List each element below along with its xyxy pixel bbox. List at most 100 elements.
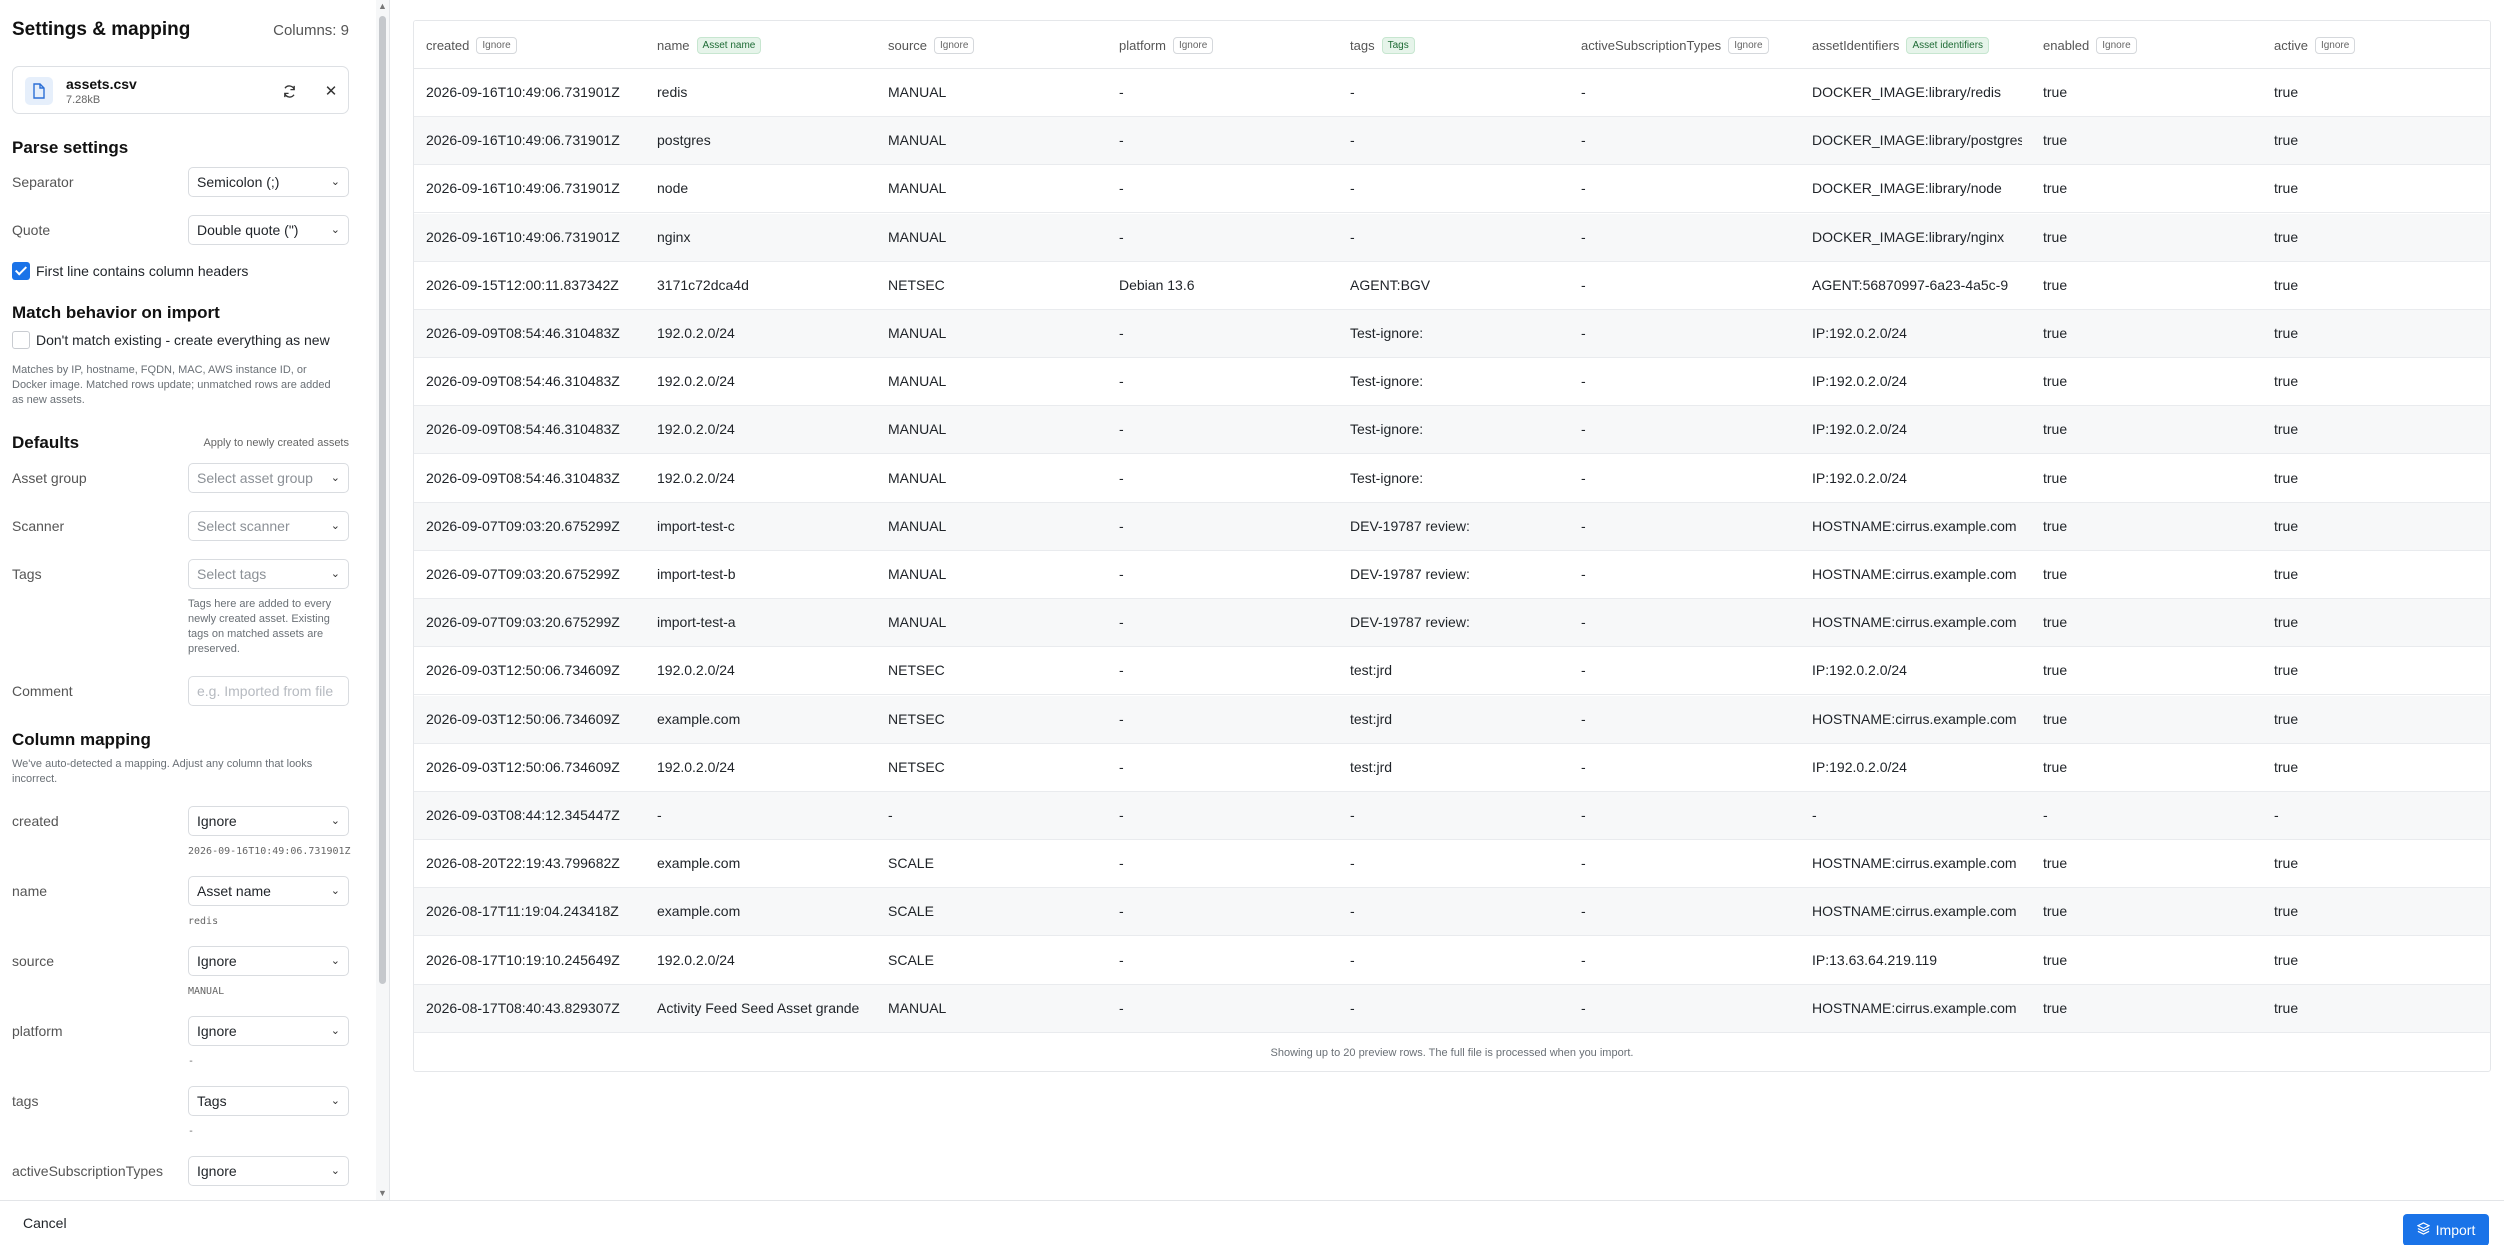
table-cell-source: MANUAL	[888, 566, 947, 582]
quote-select[interactable]: Double quote (") ⌄	[188, 215, 349, 245]
mapping-badge: Asset name	[696, 37, 762, 54]
column-mapping-title: Column mapping	[12, 730, 151, 749]
table-cell-assetIdentifiers: DOCKER_IMAGE:library/nginx	[1812, 228, 2005, 245]
file-icon	[25, 77, 53, 105]
table-cell-assetIdentifiers: HOSTNAME:cirrus.example.com	[1812, 710, 2017, 727]
table-cell-platform: -	[1119, 421, 1124, 438]
scroll-down-arrow-icon[interactable]: ▼	[378, 1189, 387, 1198]
tags-label: Tags	[12, 566, 42, 582]
headers-checkbox[interactable]	[12, 262, 30, 280]
table-cell-activeSubscriptionTypes: -	[1581, 276, 1586, 293]
table-cell-active: true	[2274, 999, 2299, 1016]
table-cell-source: MANUAL	[888, 421, 947, 438]
table-cell-created: 2026-09-07T09:03:20.675299Z	[426, 566, 620, 582]
mapping-value: Asset name	[197, 883, 271, 899]
mapping-select-platform[interactable]: Ignore ⌄	[188, 1016, 349, 1046]
column-header-label: created	[426, 38, 470, 53]
table-cell-tags: -	[1350, 84, 1355, 100]
mapping-select-source[interactable]: Ignore ⌄	[188, 946, 349, 976]
mapping-badge: Ignore	[2096, 37, 2137, 54]
table-cell-activeSubscriptionTypes: -	[1581, 566, 1586, 582]
table-cell-name: example.com	[657, 903, 741, 920]
cancel-button[interactable]: Cancel	[23, 1215, 67, 1231]
dont-match-checkbox[interactable]	[12, 331, 30, 349]
refresh-icon[interactable]	[279, 81, 299, 101]
chevron-down-icon: ⌄	[330, 885, 340, 897]
tags-placeholder: Select tags	[197, 566, 267, 582]
table-cell-assetIdentifiers: IP:192.0.2.0/24	[1812, 421, 1907, 438]
mapping-select-name[interactable]: Asset name ⌄	[188, 876, 349, 906]
table-cell-name: 192.0.2.0/24	[657, 469, 735, 486]
mapping-value: Ignore	[197, 1023, 237, 1039]
table-cell-enabled: true	[2043, 903, 2068, 920]
table-cell-name: nginx	[657, 228, 691, 245]
import-icon	[2416, 1222, 2431, 1238]
table-cell-activeSubscriptionTypes: -	[1581, 855, 1586, 872]
table-cell-created: 2026-09-07T09:03:20.675299Z	[426, 614, 620, 631]
table-cell-tags: Test-ignore:	[1350, 421, 1424, 438]
scanner-select[interactable]: Select scanner ⌄	[188, 511, 349, 541]
table-cell-name: 192.0.2.0/24	[657, 951, 735, 968]
table-cell-assetIdentifiers: IP:192.0.2.0/24	[1812, 662, 1907, 679]
table-cell-active: true	[2274, 373, 2299, 390]
table-cell-assetIdentifiers: IP:192.0.2.0/24	[1812, 469, 1907, 486]
table-cell-tags: -	[1350, 903, 1355, 920]
import-button[interactable]: Import	[2403, 1214, 2489, 1245]
table-cell-tags: test:jrd	[1350, 758, 1393, 775]
mapping-badge: Ignore	[934, 37, 975, 54]
mapping-sample: -	[188, 1056, 195, 1067]
table-row: 2026-09-07T09:03:20.675299Z import-test-c…	[414, 502, 2490, 551]
column-header-active: active Ignore	[2274, 37, 2356, 54]
scroll-up-arrow-icon[interactable]: ▲	[378, 2, 387, 11]
mapping-sample: MANUAL	[188, 986, 225, 997]
tags-select[interactable]: Select tags ⌄	[188, 559, 349, 589]
table-cell-enabled: true	[2043, 951, 2068, 968]
table-header: created Ignore name Asset name source Ignore p…	[414, 21, 2490, 69]
table-cell-name: Activity Feed Seed Asset grande	[657, 999, 860, 1016]
table-cell-tags: Test-ignore:	[1350, 373, 1424, 390]
mapping-badge: Tags	[1381, 37, 1415, 54]
table-cell-enabled: true	[2043, 180, 2068, 197]
table-cell-active: true	[2274, 469, 2299, 486]
mapping-column-label: source	[12, 953, 55, 969]
mapping-value: Ignore	[197, 1163, 237, 1179]
column-header-label: platform	[1119, 38, 1166, 53]
comment-input[interactable]: e.g. Imported from file	[188, 676, 349, 706]
separator-select[interactable]: Semicolon (;) ⌄	[188, 167, 349, 197]
table-cell-platform: -	[1119, 855, 1124, 872]
column-header-assetIdentifiers: assetIdentifiers Asset identifiers	[1812, 37, 1990, 54]
table-cell-source: MANUAL	[888, 84, 947, 100]
column-header-tags: tags Tags	[1350, 37, 1415, 54]
table-cell-created: 2026-09-16T10:49:06.731901Z	[426, 132, 620, 149]
table-cell-source: MANUAL	[888, 517, 947, 534]
settings-scrollbar[interactable]: ▲ ▼	[376, 0, 389, 1200]
mapping-select-created[interactable]: Ignore ⌄	[188, 806, 349, 836]
table-cell-platform: -	[1119, 469, 1124, 486]
table-cell-assetIdentifiers: -	[1812, 807, 1817, 823]
table-cell-platform: -	[1119, 566, 1124, 582]
table-cell-name: 192.0.2.0/24	[657, 662, 735, 679]
import-label: Import	[2435, 1222, 2476, 1238]
mapping-select-tags[interactable]: Tags ⌄	[188, 1086, 349, 1116]
asset-group-select[interactable]: Select asset group ⌄	[188, 463, 349, 493]
table-cell-created: 2026-09-09T08:54:46.310483Z	[426, 469, 620, 486]
chevron-down-icon: ⌄	[330, 568, 340, 580]
table-row: 2026-09-09T08:54:46.310483Z 192.0.2.0/24 M…	[414, 310, 2490, 358]
table-cell-enabled: true	[2043, 276, 2068, 293]
parse-settings-title: Parse settings	[12, 138, 129, 157]
table-cell-source: MANUAL	[888, 469, 947, 486]
table-cell-platform: -	[1119, 132, 1124, 149]
column-mapping-help: We've auto-detected a mapping. Adjust an…	[12, 758, 313, 785]
table-cell-created: 2026-08-17T10:19:10.245649Z	[426, 951, 620, 968]
table-cell-platform: -	[1119, 951, 1124, 968]
table-cell-active: true	[2274, 662, 2299, 679]
table-cell-tags: -	[1350, 228, 1355, 245]
close-icon[interactable]: ✕	[321, 81, 341, 101]
table-cell-enabled: true	[2043, 517, 2068, 534]
mapping-select-active-subscription-types[interactable]: Ignore ⌄	[188, 1156, 349, 1186]
table-cell-platform: -	[1119, 325, 1124, 341]
table-row: 2026-08-17T10:19:10.245649Z 192.0.2.0/24 S…	[414, 937, 2490, 985]
scrollbar-thumb[interactable]	[379, 16, 386, 984]
mapping-sample: redis	[188, 916, 219, 927]
table-cell-platform: -	[1119, 614, 1124, 631]
